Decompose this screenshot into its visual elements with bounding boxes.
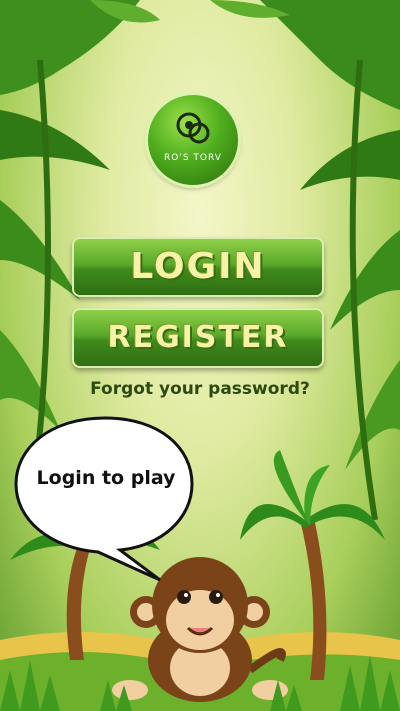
login-button-label: LOGIN bbox=[130, 246, 266, 287]
speech-bubble bbox=[14, 416, 194, 582]
app-logo: RO'S TORV bbox=[148, 95, 238, 185]
login-button[interactable]: LOGIN bbox=[72, 237, 324, 297]
forgot-password-link[interactable]: Forgot your password? bbox=[70, 379, 330, 399]
register-button[interactable]: REGISTER bbox=[72, 308, 324, 368]
logo-text: RO'S TORV bbox=[164, 153, 222, 163]
canopy-leaves bbox=[0, 0, 400, 470]
register-button-label: REGISTER bbox=[107, 320, 289, 355]
logo-mark-icon bbox=[176, 112, 210, 144]
speech-bubble-text: Login to play bbox=[36, 467, 176, 489]
login-screen: RO'S TORV LOGIN REGISTER Forgot your pas… bbox=[0, 0, 400, 711]
